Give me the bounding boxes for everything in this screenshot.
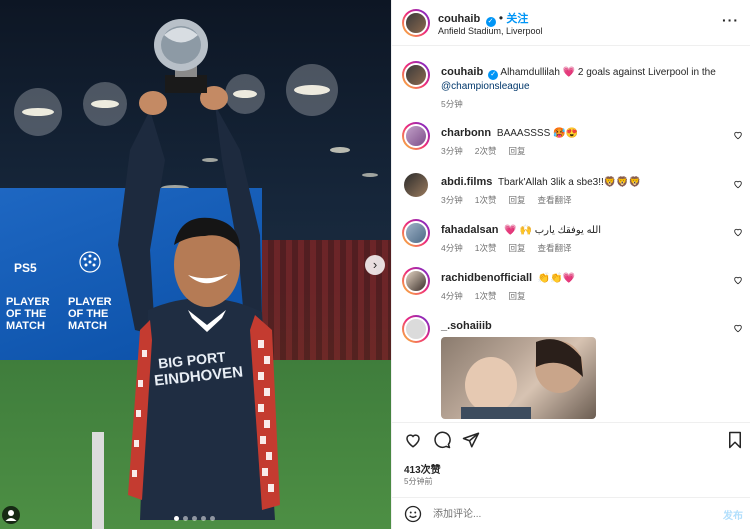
comment-meta: 4分钟 1次赞 回复 查看翻译 — [441, 242, 572, 254]
comment-time[interactable]: 3分钟 — [441, 145, 463, 157]
comment-time[interactable]: 4分钟 — [441, 242, 463, 254]
post-time-ago[interactable]: 5分钟前 — [404, 476, 432, 487]
author-username[interactable]: couhaib — [438, 13, 480, 25]
comment-likes[interactable]: 1次赞 — [475, 194, 497, 206]
caption-author[interactable]: couhaib — [441, 66, 483, 78]
comment-text: fahadalsan 💗 🙌 الله يوفقك يارب — [441, 223, 721, 238]
reply-button[interactable]: 回复 — [508, 194, 525, 206]
post-media[interactable]: PS5 PLAYER OF THE MATCH PLAYER OF THE MA… — [0, 0, 391, 529]
commenter-avatar[interactable] — [402, 267, 430, 295]
caption-text: couhaib ✓ Alhamdullilah 💗 2 goals against… — [441, 65, 721, 94]
comment-text: charbonn BAAASSSS 🥵😍 — [441, 126, 721, 141]
comment-bubble-icon[interactable] — [433, 431, 451, 449]
comment-body: 💗 🙌 الله يوفقك يارب — [504, 225, 602, 236]
post-comment-button[interactable]: 发布 — [723, 507, 743, 522]
like-heart-icon[interactable] — [733, 179, 743, 189]
carousel-dot — [192, 516, 197, 521]
comment-username[interactable]: rachidbenofficiall — [441, 272, 532, 284]
carousel-next-button[interactable]: › — [365, 255, 385, 275]
author-line: couhaib ✓ • 关注 — [438, 11, 529, 27]
carousel-dot — [210, 516, 215, 521]
comment-text: rachidbenofficiall 👏👏💗 — [441, 271, 721, 286]
see-translation-button[interactable]: 查看翻译 — [537, 194, 571, 206]
comment-text: _.sohaiiib — [441, 319, 721, 334]
caption-mention-link[interactable]: @championsleague — [441, 81, 530, 92]
commenter-avatar[interactable] — [402, 315, 430, 343]
comment-username[interactable]: abdi.films — [441, 176, 492, 188]
author-avatar[interactable] — [402, 9, 430, 37]
comment-meta: 3分钟 1次赞 回复 查看翻译 — [441, 194, 572, 206]
commenter-avatar[interactable] — [404, 173, 428, 197]
comment-meta: 4分钟 1次赞 回复 — [441, 290, 525, 302]
see-translation-button[interactable]: 查看翻译 — [537, 242, 571, 254]
commenter-avatar[interactable] — [402, 122, 430, 150]
carousel-dot — [174, 516, 179, 521]
comment-likes[interactable]: 1次赞 — [475, 290, 497, 302]
verified-badge-icon: ✓ — [488, 70, 499, 80]
carousel-dot — [201, 516, 206, 521]
like-count[interactable]: 413次赞 — [404, 461, 441, 476]
reply-button[interactable]: 回复 — [508, 145, 525, 157]
post-location[interactable]: Anfield Stadium, Liverpool — [438, 26, 543, 36]
author-avatar[interactable] — [402, 61, 430, 89]
comment-time[interactable]: 3分钟 — [441, 194, 463, 206]
caption-time[interactable]: 5分钟 — [441, 98, 463, 110]
comment-username[interactable]: _.sohaiiib — [441, 320, 492, 332]
comment-likes[interactable]: 1次赞 — [475, 242, 497, 254]
post-header: couhaib ✓ • 关注 Anfield Stadium, Liverpoo… — [392, 0, 750, 46]
comment-body: BAAASSSS 🥵😍 — [496, 128, 578, 139]
like-heart-icon[interactable] — [733, 323, 743, 333]
commenter-avatar[interactable] — [402, 219, 430, 247]
follow-button[interactable]: 关注 — [506, 13, 528, 25]
post-side-panel: couhaib ✓ • 关注 Anfield Stadium, Liverpoo… — [391, 0, 750, 529]
like-heart-icon[interactable] — [733, 130, 743, 140]
more-options-icon[interactable]: ··· — [722, 12, 739, 28]
share-paper-plane-icon[interactable] — [462, 431, 480, 449]
comment-time[interactable]: 4分钟 — [441, 290, 463, 302]
comment-likes[interactable]: 2次赞 — [475, 145, 497, 157]
comment-input[interactable] — [433, 506, 703, 522]
caption-body: Alhamdullilah 💗 2 goals against Liverpoo… — [500, 67, 716, 78]
reply-button[interactable]: 回复 — [508, 242, 525, 254]
comment-meta: 3分钟 2次赞 回复 — [441, 145, 525, 157]
save-bookmark-icon[interactable] — [726, 431, 744, 449]
trophy — [154, 19, 208, 93]
comment-text: abdi.films Tbark'Allah 3lik a sbe3!!🦁🦁🦁 — [441, 175, 721, 190]
carousel-dots — [174, 516, 215, 521]
comment-username[interactable]: charbonn — [441, 127, 491, 139]
player-with-trophy — [118, 19, 280, 520]
comment-composer: 发布 — [392, 497, 750, 529]
like-heart-icon[interactable] — [733, 275, 743, 285]
emoji-icon[interactable] — [404, 505, 422, 523]
comment-body: 👏👏💗 — [537, 273, 576, 284]
like-heart-icon[interactable] — [733, 227, 743, 237]
caption-meta: 5分钟 — [441, 98, 463, 110]
reply-button[interactable]: 回复 — [508, 290, 525, 302]
comment-body: Tbark'Allah 3lik a sbe3!!🦁🦁🦁 — [497, 177, 642, 188]
post-actions: 413次赞 5分钟前 — [392, 422, 750, 490]
comments-list: couhaib ✓ Alhamdullilah 💗 2 goals against… — [392, 47, 750, 422]
comment-username[interactable]: fahadalsan — [441, 224, 498, 236]
tagged-user-icon[interactable] — [2, 506, 20, 524]
carousel-dot — [183, 516, 188, 521]
like-heart-icon[interactable] — [404, 431, 422, 449]
comment-gif-image[interactable] — [441, 337, 596, 419]
